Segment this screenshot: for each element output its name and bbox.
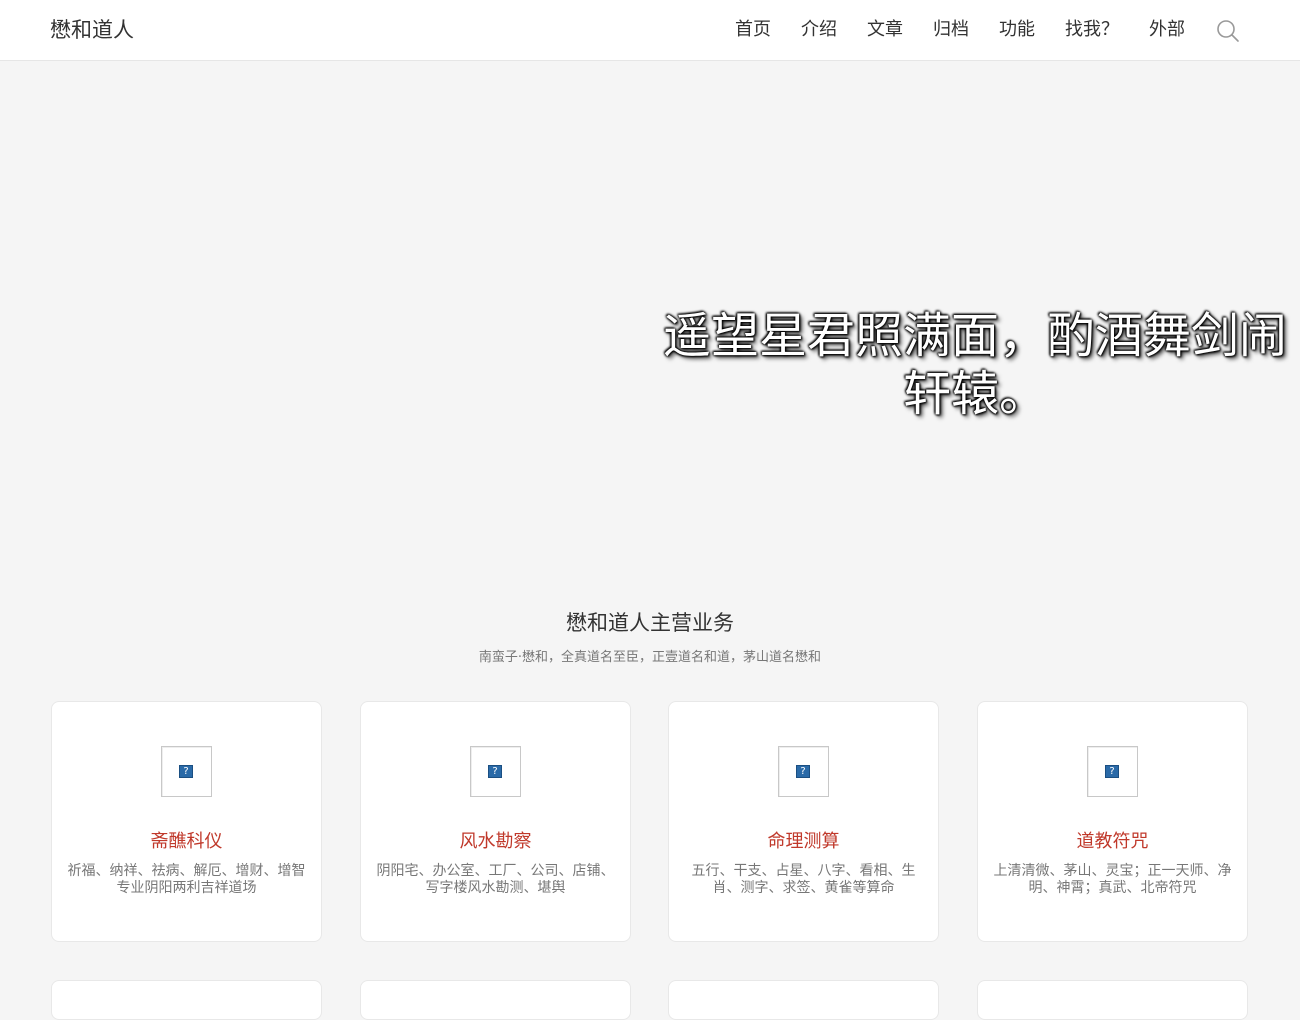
nav-item-home[interactable]: 首页 <box>735 15 771 45</box>
service-card-description: 祈福、纳祥、祛病、解厄、增财、增智专业阴阳两利吉祥道场 <box>67 863 306 896</box>
nav-item-archive[interactable]: 归档 <box>933 15 969 45</box>
site-header: 懋和道人 首页 介绍 文章 归档 功能 找我？ 外部 <box>0 0 1300 61</box>
services-title: 懋和道人主营业务 <box>566 611 734 635</box>
service-card-description: 上清清微、茅山、灵宝；正一天师、净明、神霄；真武、北帝符咒 <box>993 863 1232 896</box>
nav-item-find-me[interactable]: 找我？ <box>1065 15 1119 45</box>
broken-image-icon: ? <box>161 746 212 797</box>
service-card-partial[interactable] <box>360 980 631 1020</box>
service-card-description: 五行、干支、占星、八字、看相、生肖、测字、求签、黄雀等算命 <box>691 863 916 896</box>
service-card-title[interactable]: 斋醮科仪 <box>52 829 321 855</box>
question-mark-icon: ? <box>1105 765 1119 778</box>
nav-item-features[interactable]: 功能 <box>999 15 1035 45</box>
nav-item-articles[interactable]: 文章 <box>867 15 903 45</box>
hero-slogan: 遥望星君照满面，酌酒舞剑闹轩辕。 <box>662 308 1287 422</box>
question-mark-icon: ? <box>179 765 193 778</box>
services-subtitle: 南蛮子·懋和，全真道名至臣，正壹道名和道，茅山道名懋和 <box>478 650 822 665</box>
service-card[interactable]: ? 道教符咒 上清清微、茅山、灵宝；正一天师、净明、神霄；真武、北帝符咒 <box>977 701 1248 942</box>
broken-image-icon: ? <box>1087 746 1138 797</box>
service-card-title[interactable]: 风水勘察 <box>361 829 630 855</box>
hero-banner: 遥望星君照满面，酌酒舞剑闹轩辕。 <box>0 62 1300 592</box>
service-card-partial[interactable] <box>51 980 322 1020</box>
service-card-partial[interactable] <box>668 980 939 1020</box>
service-card-title[interactable]: 道教符咒 <box>978 829 1247 855</box>
main-nav: 首页 介绍 文章 归档 功能 找我？ 外部 <box>0 15 1300 45</box>
question-mark-icon: ? <box>488 765 502 778</box>
service-card[interactable]: ? 命理测算 五行、干支、占星、八字、看相、生肖、测字、求签、黄雀等算命 <box>668 701 939 942</box>
nav-item-intro[interactable]: 介绍 <box>801 15 837 45</box>
service-card[interactable]: ? 风水勘察 阴阳宅、办公室、工厂、公司、店铺、写字楼风水勘测、堪舆 <box>360 701 631 942</box>
search-icon[interactable] <box>1215 18 1241 44</box>
service-card-title[interactable]: 命理测算 <box>669 829 938 855</box>
broken-image-icon: ? <box>778 746 829 797</box>
nav-item-external[interactable]: 外部 <box>1149 15 1185 45</box>
service-card[interactable]: ? 斋醮科仪 祈福、纳祥、祛病、解厄、增财、增智专业阴阳两利吉祥道场 <box>51 701 322 942</box>
service-card-description: 阴阳宅、办公室、工厂、公司、店铺、写字楼风水勘测、堪舆 <box>376 863 615 896</box>
question-mark-icon: ? <box>796 765 810 778</box>
broken-image-icon: ? <box>470 746 521 797</box>
service-card-partial[interactable] <box>977 980 1248 1020</box>
